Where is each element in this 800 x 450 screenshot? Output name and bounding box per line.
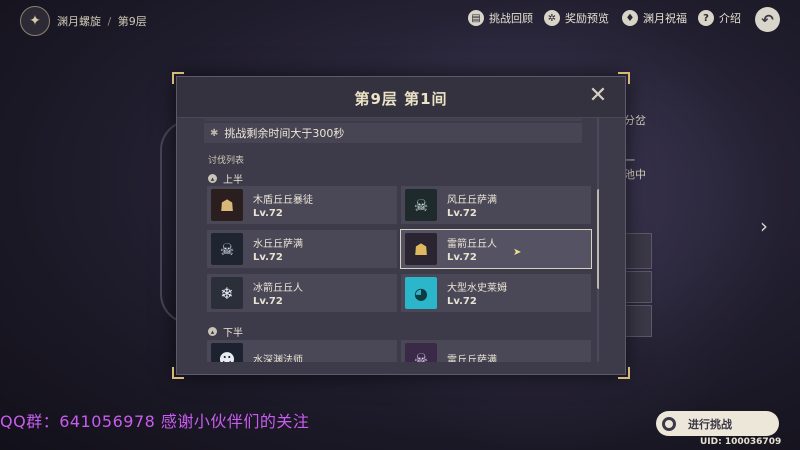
enemy-name: 水丘丘萨满 (253, 239, 303, 250)
cursor-icon: ➤ (513, 247, 522, 258)
enemy-portrait-icon: ☠ (405, 189, 437, 221)
enemy-card[interactable]: ☗ 木盾丘丘暴徒 Lv.72 (207, 186, 397, 224)
start-challenge-button[interactable]: 进行挑战 (656, 411, 779, 436)
breadcrumb: 渊月螺旋 / 第9层 (57, 13, 147, 29)
close-button[interactable]: ✕ (585, 83, 611, 109)
enemy-portrait-icon: ❄ (211, 277, 243, 309)
nav-abyss-blessing[interactable]: ♦ 渊月祝福 (622, 10, 687, 26)
modal-content[interactable]: ✱ 挑战剩余时间大于300秒 讨伐列表 ▴ 上半 ☗ 木盾丘丘暴徒 Lv.72 … (199, 117, 599, 362)
condition-text: 挑战剩余时间大于300秒 (224, 127, 345, 140)
enemy-card-selected[interactable]: ☗ 雷箭丘丘人 Lv.72 ➤ (400, 229, 592, 269)
book-icon: ▤ (468, 10, 484, 26)
start-challenge-label: 进行挑战 (688, 417, 732, 431)
enemy-name: 风丘丘萨满 (447, 195, 497, 206)
nav-reward-preview[interactable]: ✲ 奖励预览 (544, 10, 609, 26)
half-label-text: 上半 (223, 175, 243, 186)
side-text: 分岔 (624, 114, 646, 127)
breadcrumb-parent: 渊月螺旋 (57, 15, 101, 28)
enemy-level: Lv.72 (253, 252, 283, 263)
breadcrumb-current: 第9层 (117, 15, 147, 28)
enemy-name: 木盾丘丘暴徒 (253, 195, 313, 206)
side-text: 池中 (624, 168, 646, 181)
help-icon: ? (698, 10, 714, 26)
enemy-card[interactable]: ☻ 水深渊法师 (207, 340, 397, 362)
nav-label: 挑战回顾 (489, 12, 533, 25)
top-bar: ✦ 渊月螺旋 / 第9层 ▤ 挑战回顾 ✲ 奖励预览 ♦ 渊月祝福 ? 介绍 ↶ (0, 0, 800, 40)
enemy-portrait-icon: ☻ (211, 343, 243, 362)
enemy-portrait-icon: ☗ (405, 233, 437, 265)
uid-label: UID: 100036709 (700, 437, 782, 447)
modal-title: 第9层 第1间 (354, 90, 448, 108)
next-arrow-icon[interactable]: › (760, 214, 768, 238)
nav-label: 渊月祝福 (643, 12, 687, 25)
condition-row: ✱ 挑战剩余时间大于300秒 (204, 123, 582, 143)
condition-row-partial (204, 117, 582, 121)
enemy-level: Lv.72 (253, 296, 283, 307)
close-icon: ✕ (588, 83, 608, 108)
modal-header: 第9层 第1间 ✕ (177, 77, 625, 118)
second-half-label: ▴ 下半 (208, 324, 243, 339)
enemy-level: Lv.72 (447, 208, 477, 219)
nav-introduction[interactable]: ? 介绍 (698, 10, 741, 26)
nav-label: 奖励预览 (565, 12, 609, 25)
enemy-name: 雷箭丘丘人 (447, 239, 497, 250)
back-arrow-icon: ↶ (761, 10, 774, 29)
star-icon: ✱ (210, 127, 219, 139)
scrollbar-thumb[interactable] (597, 189, 599, 289)
chamber-detail-modal: 第9层 第1间 ✕ ✱ 挑战剩余时间大于300秒 讨伐列表 ▴ 上半 ☗ 木盾丘… (172, 72, 630, 379)
breadcrumb-separator: / (107, 15, 112, 28)
half-label-text: 下半 (223, 328, 243, 339)
enemy-card[interactable]: ☠ 雷丘丘萨满 (401, 340, 591, 362)
enemy-card[interactable]: ◕ 大型水史莱姆 Lv.72 (401, 274, 591, 312)
star-badge-icon: ✲ (544, 10, 560, 26)
half-indicator-icon: ▴ (208, 327, 217, 336)
corner-decoration (172, 367, 184, 379)
scrollbar[interactable] (597, 117, 599, 362)
enemy-name: 大型水史莱姆 (447, 283, 507, 294)
enemy-list-title: 讨伐列表 (208, 156, 245, 166)
half-indicator-icon: ▴ (208, 174, 217, 183)
enemy-name: 冰箭丘丘人 (253, 283, 303, 294)
enemy-portrait-icon: ◕ (405, 277, 437, 309)
enemy-level: Lv.72 (253, 208, 283, 219)
enemy-card[interactable]: ❄ 冰箭丘丘人 Lv.72 (207, 274, 397, 312)
enemy-level: Lv.72 (447, 296, 477, 307)
corner-decoration (618, 367, 630, 379)
enemy-name: 水深渊法师 (253, 354, 303, 363)
enemy-card[interactable]: ☠ 水丘丘萨满 Lv.72 (207, 230, 397, 268)
first-half-label: ▴ 上半 (208, 171, 243, 186)
back-button[interactable]: ↶ (755, 7, 780, 32)
abyss-logo-icon: ✦ (20, 6, 50, 36)
enemy-level: Lv.72 (447, 252, 477, 263)
nav-label: 介绍 (719, 12, 741, 25)
stream-overlay-text: QQ群：641056978 感谢小伙伴们的关注 (0, 412, 310, 431)
ring-icon (662, 416, 676, 431)
blessing-icon: ♦ (622, 10, 638, 26)
enemy-portrait-icon: ☗ (211, 189, 243, 221)
enemy-portrait-icon: ☠ (211, 233, 243, 265)
enemy-portrait-icon: ☠ (405, 343, 437, 362)
nav-challenge-review[interactable]: ▤ 挑战回顾 (468, 10, 533, 26)
enemy-card[interactable]: ☠ 风丘丘萨满 Lv.72 (401, 186, 591, 224)
enemy-name: 雷丘丘萨满 (447, 354, 497, 363)
